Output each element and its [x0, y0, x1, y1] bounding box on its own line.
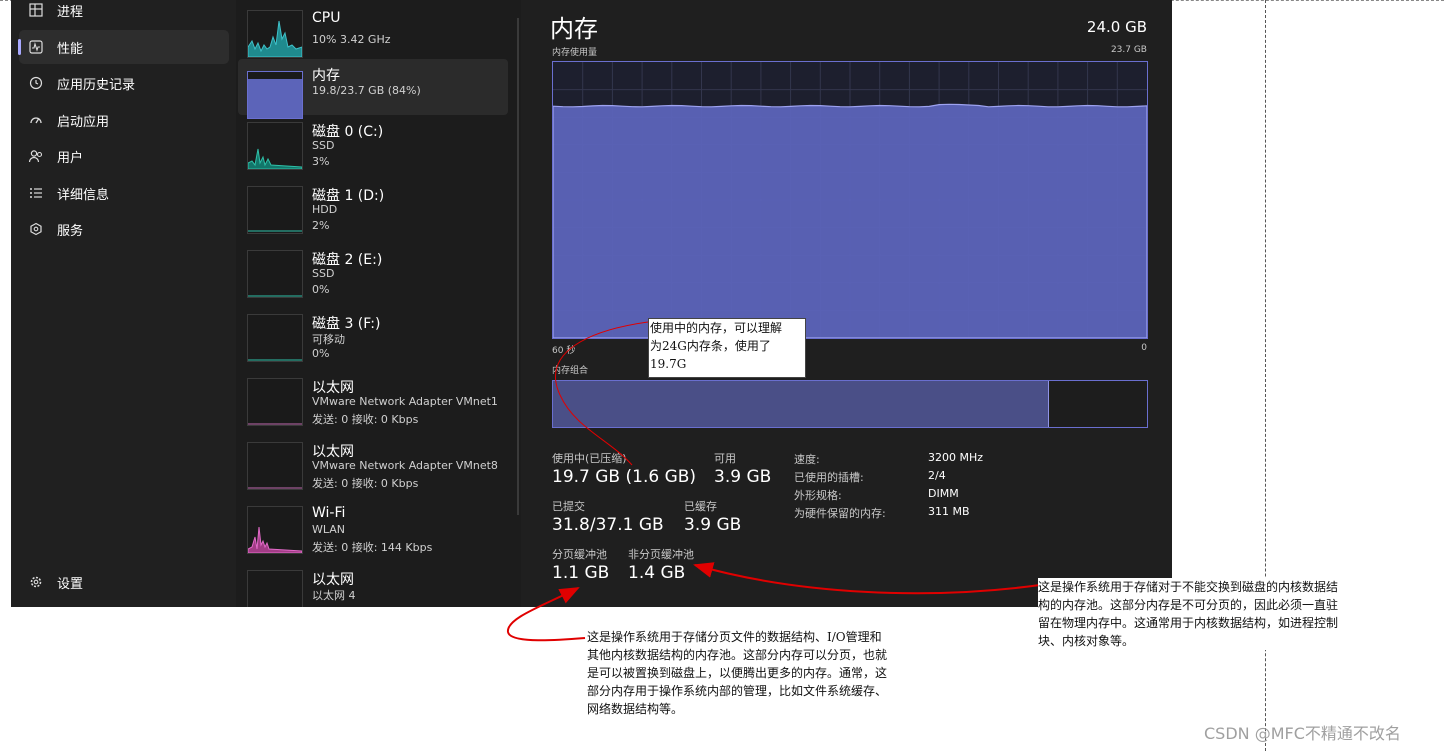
- in-use-annotation: 使用中的内存，可以理解 为24G内存条，使用了 19.7G: [648, 318, 806, 378]
- in-use-annotation-arrow: [555, 321, 649, 466]
- nonpaged-annotation-arrow: [693, 562, 1041, 595]
- nonpaged-pool-annotation: 这是操作系统用于存储对于不能交换到磁盘的内核数据结 构的内存池。这部分内存是不可…: [1038, 578, 1398, 650]
- paged-pool-annotation: 这是操作系统用于存储分页文件的数据结构、I/O管理和 其他内核数据结构的内存池。…: [587, 628, 947, 718]
- watermark: CSDN @MFC不精通不改名: [1204, 724, 1401, 743]
- paged-annotation-arrow: [507, 587, 586, 642]
